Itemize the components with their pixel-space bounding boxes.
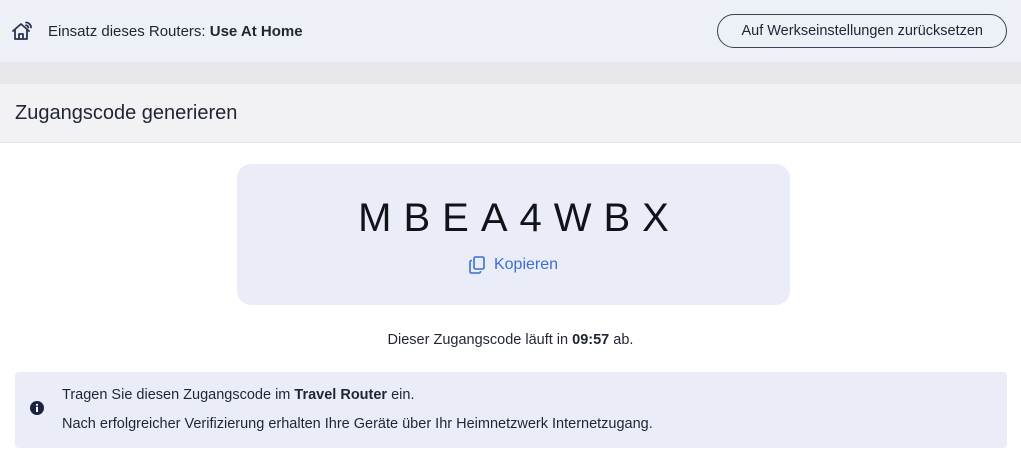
divider-strip xyxy=(0,62,1021,84)
info-line-2: Nach erfolgreicher Verifizierung erhalte… xyxy=(62,416,653,432)
home-wifi-icon xyxy=(10,19,34,43)
expiry-suffix: ab. xyxy=(613,332,634,348)
router-use-value: Use At Home xyxy=(209,22,303,40)
copy-label: Kopieren xyxy=(493,256,559,273)
router-use-label: Einsatz dieses Routers: xyxy=(48,22,206,40)
info-line-1-bold: Travel Router xyxy=(294,387,388,403)
info-box: Tragen Sie diesen Zugangscode im Travel … xyxy=(15,372,1007,448)
factory-reset-button[interactable]: Auf Werkseinstellungen zurücksetzen xyxy=(717,14,1007,48)
section-header: Zugangscode generieren xyxy=(0,84,1021,143)
copy-icon xyxy=(469,256,485,274)
expiry-time: 09:57 xyxy=(572,332,610,348)
info-icon xyxy=(30,401,44,415)
top-bar: Einsatz dieses Routers: Use At Home Auf … xyxy=(0,0,1021,62)
expiry-text: Dieser Zugangscode läuft in 09:57 ab. xyxy=(0,332,1021,348)
main-content: MBEA4WBX Kopieren Dieser Zugangscode läu… xyxy=(0,143,1021,451)
info-line-1: Tragen Sie diesen Zugangscode im Travel … xyxy=(62,387,415,403)
access-code-card: MBEA4WBX Kopieren xyxy=(237,164,790,305)
info-line-1-suffix: ein. xyxy=(391,387,415,403)
access-code: MBEA4WBX xyxy=(358,196,681,240)
copy-button[interactable]: Kopieren xyxy=(237,256,790,274)
page-title: Zugangscode generieren xyxy=(15,101,238,124)
router-use-info: Einsatz dieses Routers: Use At Home xyxy=(48,23,303,40)
info-line-1-prefix: Tragen Sie diesen Zugangscode im xyxy=(62,387,291,403)
expiry-prefix: Dieser Zugangscode läuft in xyxy=(387,332,569,348)
